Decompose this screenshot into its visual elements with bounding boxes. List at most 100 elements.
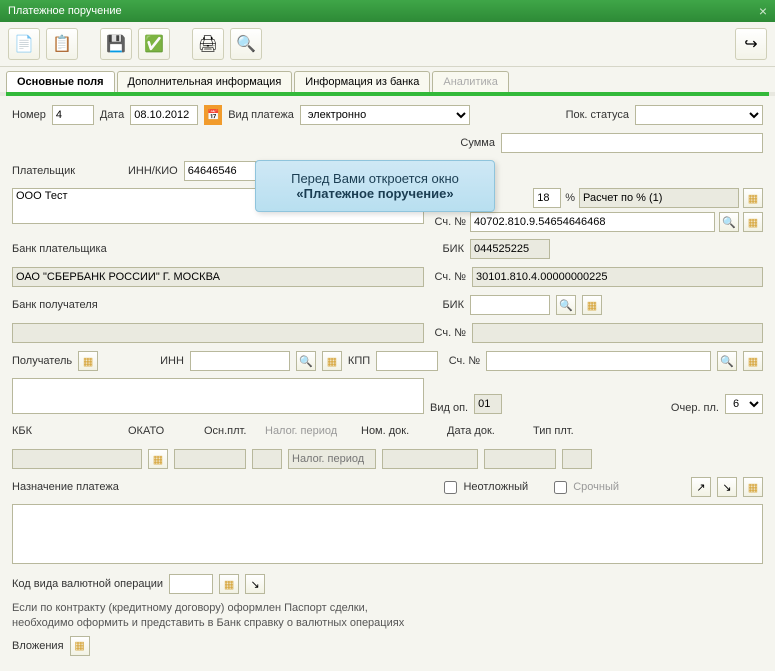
doc-icon[interactable]: ▦	[743, 351, 763, 371]
action-icon[interactable]: ↘	[245, 574, 265, 594]
titlebar: Платежное поручение ×	[0, 0, 775, 22]
print-button[interactable]: 🖨	[192, 28, 224, 60]
exit-button[interactable]: ↪	[735, 28, 767, 60]
magnifier-icon[interactable]: 🔍	[717, 351, 737, 371]
osn-input[interactable]	[252, 449, 282, 469]
magnifier-icon[interactable]: 🔍	[296, 351, 316, 371]
vidop-input[interactable]	[474, 394, 502, 414]
payer-bank-name-input[interactable]	[12, 267, 424, 287]
magnifier-icon[interactable]: 🔍	[719, 212, 739, 232]
doc-icon[interactable]: ▦	[70, 636, 90, 656]
currency-hint2: необходимо оформить и представить в Банк…	[12, 616, 763, 631]
tab-main[interactable]: Основные поля	[6, 71, 115, 92]
payer-bank-acct-label: Сч. №	[430, 271, 466, 283]
doc-icon[interactable]: ▦	[743, 477, 763, 497]
rec-acct-input[interactable]	[486, 351, 711, 371]
dat-label: Дата док.	[447, 425, 527, 437]
rec-acct-label: Сч. №	[444, 355, 480, 367]
doc-icon[interactable]: ▦	[78, 351, 98, 371]
callout-line2: «Платежное поручение»	[266, 186, 484, 201]
window-title: Платежное поручение	[8, 0, 122, 22]
ocher-select[interactable]: 6	[725, 394, 763, 414]
purpose-textarea[interactable]	[12, 504, 763, 564]
okato-input[interactable]	[174, 449, 246, 469]
kbk-label: КБК	[12, 425, 122, 437]
nalog-input[interactable]	[288, 449, 376, 469]
doc-icon[interactable]: ▦	[743, 188, 763, 208]
payer-inn-label: ИНН/КИО	[128, 165, 178, 177]
payer-acct-input[interactable]	[470, 212, 715, 232]
status-select[interactable]	[635, 105, 763, 125]
copy-button[interactable]: 📋	[46, 28, 78, 60]
okato-label: ОКАТО	[128, 425, 198, 437]
tip-label: Тип плт.	[533, 425, 574, 437]
date-input[interactable]	[130, 105, 198, 125]
doc-icon[interactable]: ▦	[322, 351, 342, 371]
export-icon[interactable]: ↗	[691, 477, 711, 497]
nom-label: Ном. док.	[361, 425, 441, 437]
toolbar: 📄 📋 💾 ✅ 🖨 🔍 ↪	[0, 22, 775, 67]
rec-inn-input[interactable]	[190, 351, 290, 371]
ocher-label: Очер. пл.	[671, 402, 719, 414]
currency-hint1: Если по контракту (кредитному договору) …	[12, 601, 763, 616]
attachments-label: Вложения	[12, 640, 64, 652]
calendar-icon[interactable]: 📅	[204, 105, 222, 125]
urgent1-label: Неотложный	[463, 481, 528, 493]
tab-bank-info[interactable]: Информация из банка	[294, 71, 430, 92]
tabs: Основные поля Дополнительная информация …	[0, 67, 775, 92]
osn-label: Осн.плт.	[204, 425, 259, 437]
rec-kpp-input[interactable]	[376, 351, 438, 371]
preview-button[interactable]: 🔍	[230, 28, 262, 60]
payer-bank-acct-input[interactable]	[472, 267, 763, 287]
urgent2-label: Срочный	[573, 481, 619, 493]
tip-input[interactable]	[562, 449, 592, 469]
doc-icon[interactable]: ▦	[219, 574, 239, 594]
date-label: Дата	[100, 109, 124, 121]
vat-calc-input[interactable]	[579, 188, 739, 208]
close-icon[interactable]: ×	[759, 0, 767, 22]
rec-bank-bik-label: БИК	[428, 299, 464, 311]
callout-tooltip: Перед Вами откроется окно «Платежное пор…	[255, 160, 495, 212]
rec-bank-acct-input[interactable]	[472, 323, 763, 343]
doc-icon[interactable]: ▦	[148, 449, 168, 469]
dat-input[interactable]	[484, 449, 556, 469]
callout-line1: Перед Вами откроется окно	[266, 171, 484, 186]
nalog-label: Налог. период	[265, 425, 355, 437]
status-label: Пок. статуса	[566, 109, 629, 121]
purpose-label: Назначение платежа	[12, 481, 119, 493]
doc-icon[interactable]: ▦	[743, 212, 763, 232]
sum-input[interactable]	[501, 133, 763, 153]
magnifier-icon[interactable]: 🔍	[556, 295, 576, 315]
sum-label: Сумма	[460, 137, 495, 149]
number-label: Номер	[12, 109, 46, 121]
import-icon[interactable]: ↘	[717, 477, 737, 497]
urgent2-checkbox[interactable]	[554, 481, 567, 494]
nom-input[interactable]	[382, 449, 478, 469]
payer-acct-label: Сч. №	[430, 216, 466, 228]
check-button[interactable]: ✅	[138, 28, 170, 60]
currency-code-input[interactable]	[169, 574, 213, 594]
payer-inn-input[interactable]	[184, 161, 256, 181]
rec-bank-bik-input[interactable]	[470, 295, 550, 315]
save-button[interactable]: 💾	[100, 28, 132, 60]
payer-bank-label: Банк плательщика	[12, 243, 422, 255]
pct-sign: %	[565, 192, 575, 204]
rec-bank-name-input[interactable]	[12, 323, 424, 343]
payment-type-select[interactable]: электронно	[300, 105, 470, 125]
kbk-input[interactable]	[12, 449, 142, 469]
tab-additional[interactable]: Дополнительная информация	[117, 71, 293, 92]
payer-bank-bik-input[interactable]	[470, 239, 550, 259]
payment-type-label: Вид платежа	[228, 109, 294, 121]
recipient-label: Получатель	[12, 355, 72, 367]
vat-pct-input[interactable]	[533, 188, 561, 208]
doc-icon[interactable]: ▦	[582, 295, 602, 315]
new-doc-button[interactable]: 📄	[8, 28, 40, 60]
tab-analytics: Аналитика	[432, 71, 508, 92]
rec-bank-acct-label: Сч. №	[430, 327, 466, 339]
payer-label: Плательщик	[12, 165, 122, 177]
number-input[interactable]	[52, 105, 94, 125]
urgent1-checkbox[interactable]	[444, 481, 457, 494]
vidop-label: Вид оп.	[430, 402, 468, 414]
recipient-name-textarea[interactable]	[12, 378, 424, 414]
currency-code-label: Код вида валютной операции	[12, 578, 163, 590]
